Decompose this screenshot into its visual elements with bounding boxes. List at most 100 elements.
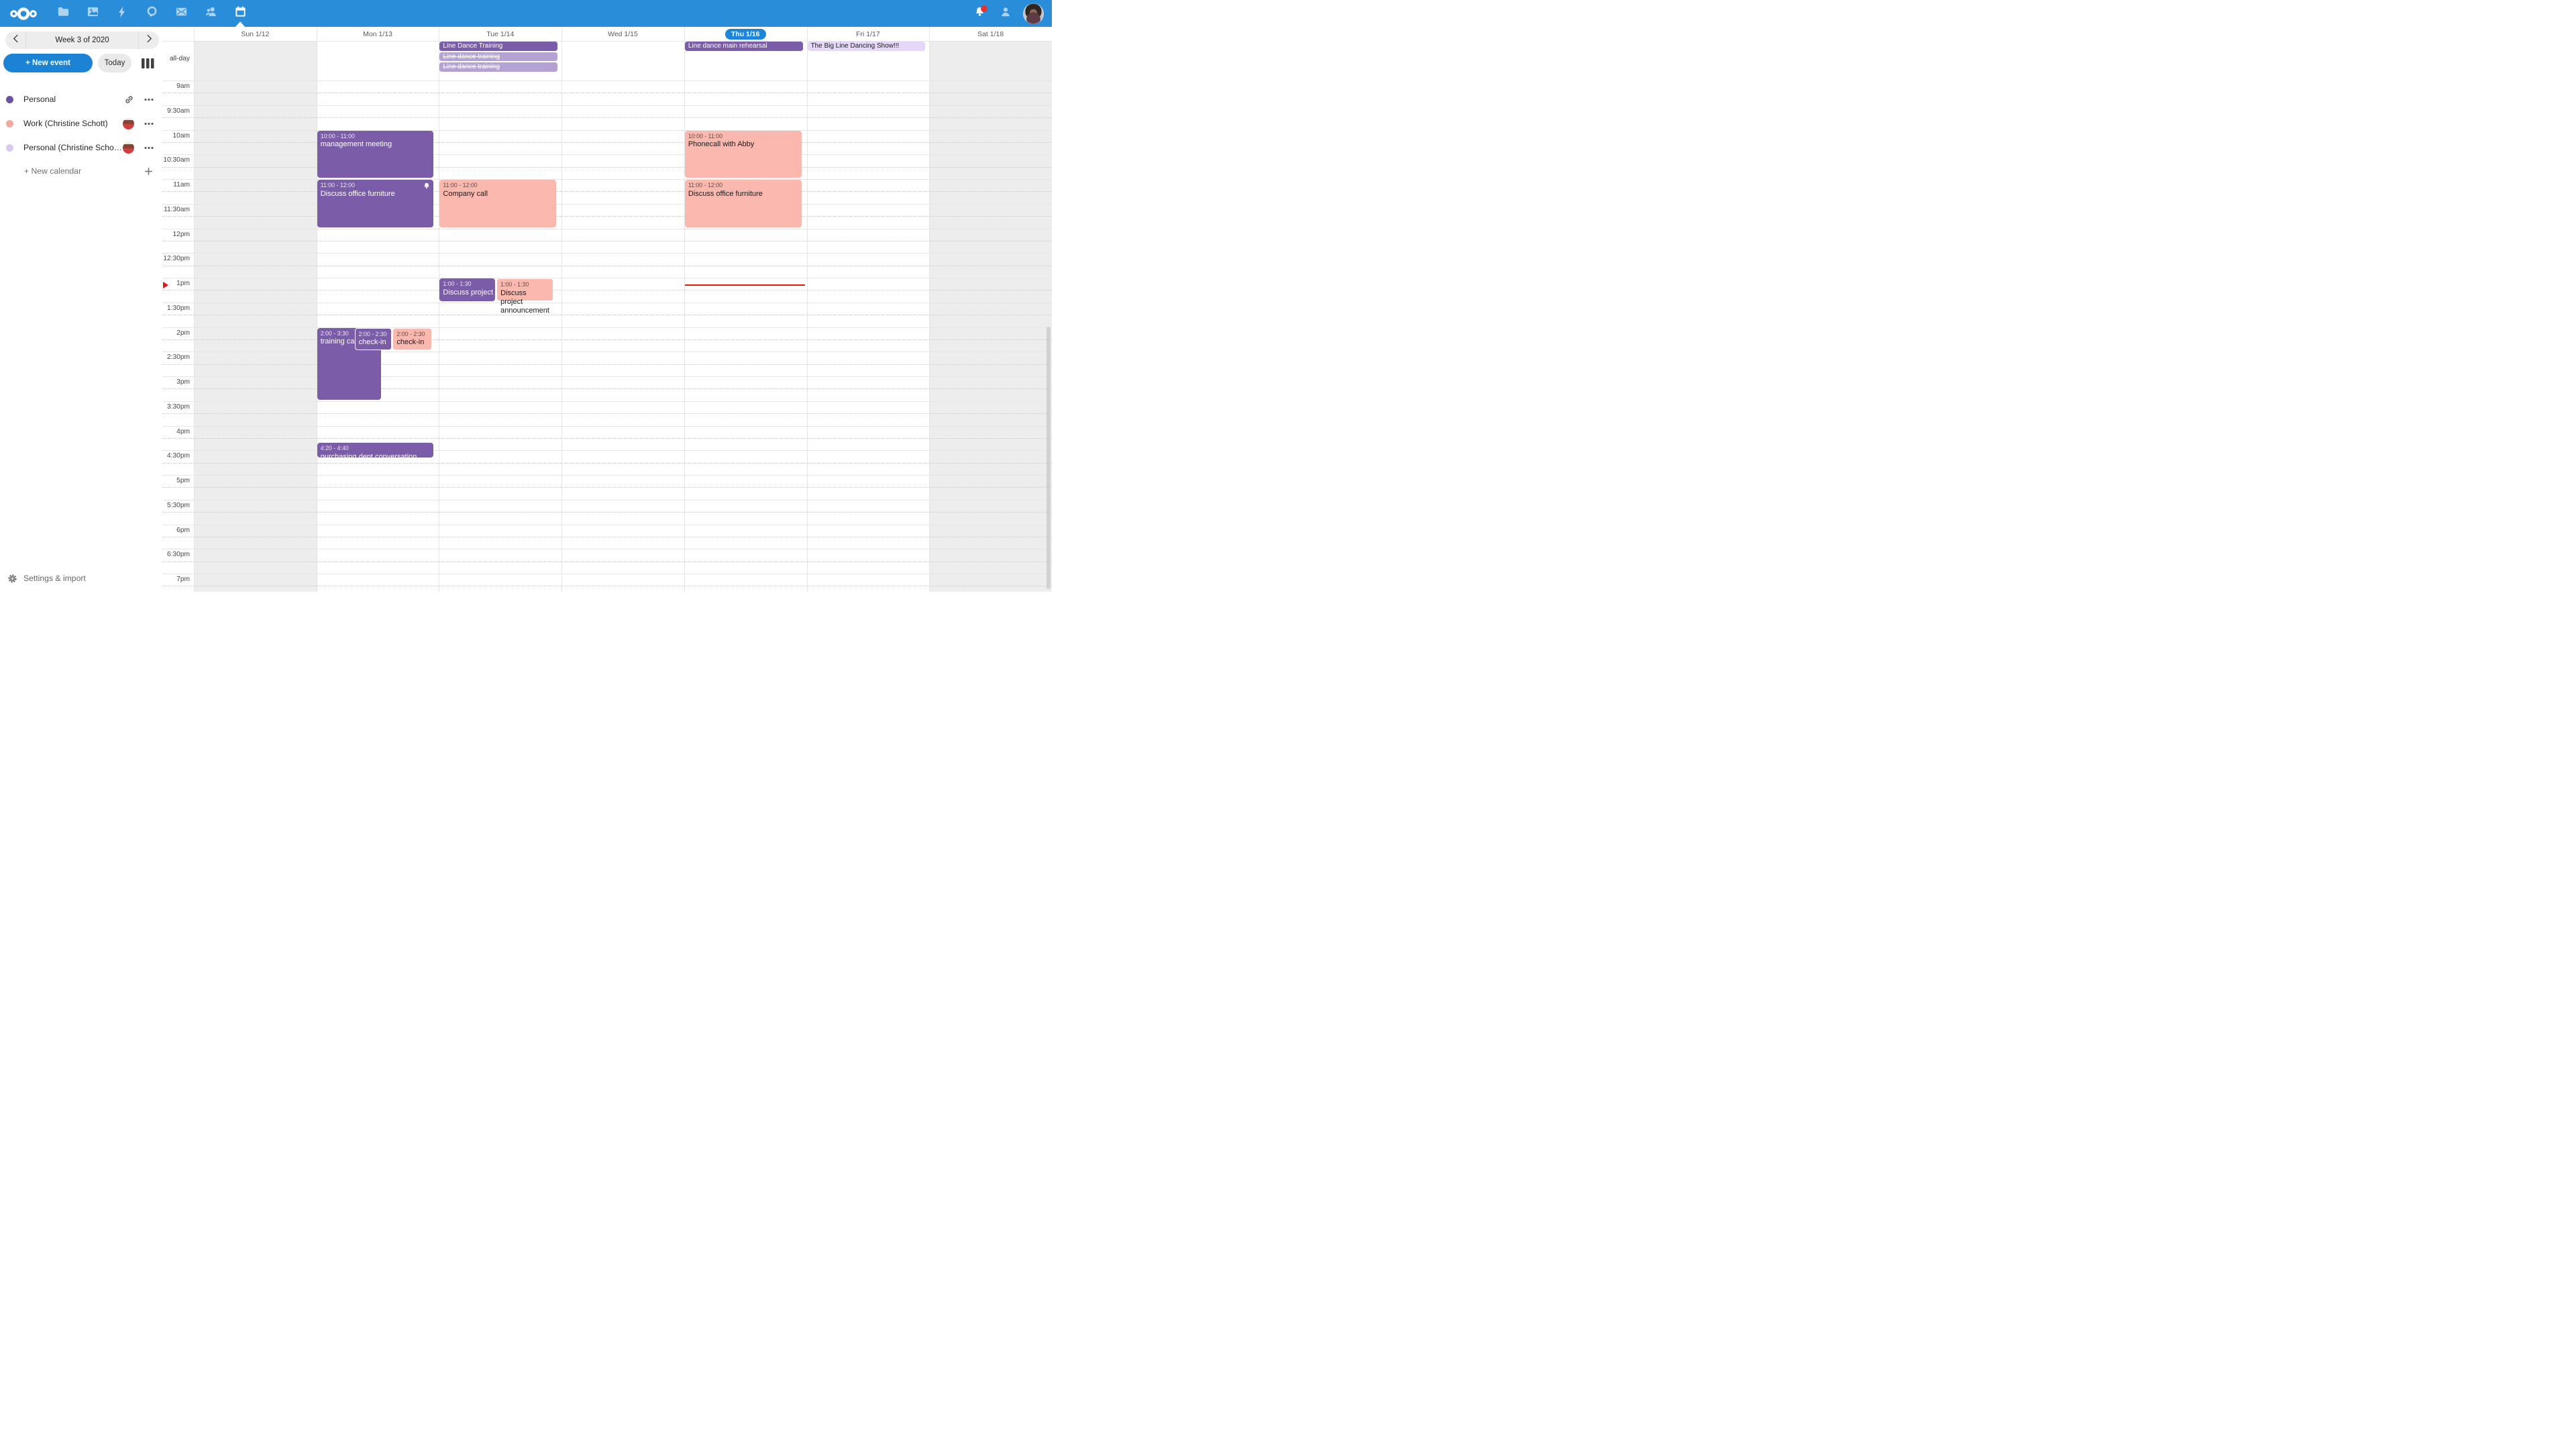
- new-event-button[interactable]: + New event: [3, 54, 93, 72]
- gridline-dotted: [162, 364, 1052, 365]
- event[interactable]: 1:00 - 1:30Discuss project announcement: [439, 278, 495, 301]
- sidebar-calendar-2[interactable]: Work (Christine Schott): [0, 111, 162, 136]
- event[interactable]: 10:00 - 11:00management meeting: [317, 131, 434, 178]
- gridline-solid: [162, 376, 1052, 377]
- app-activity-button[interactable]: [107, 0, 137, 27]
- gridline-solid: [162, 130, 1052, 131]
- unread-badge: [981, 5, 987, 12]
- app-mail-button[interactable]: [166, 0, 196, 27]
- event[interactable]: 4:20 - 4:40purchasing dept conversation: [317, 443, 434, 458]
- allday-event[interactable]: Line dance main rehearsal: [685, 42, 803, 51]
- calendar-name: Personal (Christine Scho…: [23, 143, 123, 152]
- allday-event[interactable]: Line dance training: [439, 62, 557, 72]
- calendar-actions: [123, 118, 154, 129]
- app-photos-button[interactable]: [78, 0, 107, 27]
- share-link-icon[interactable]: [124, 95, 134, 105]
- calendar-menu-button[interactable]: [144, 146, 154, 150]
- next-week-button[interactable]: [139, 32, 159, 49]
- gear-icon: [7, 574, 17, 584]
- gridline-dotted: [162, 438, 1052, 439]
- talk-icon: [146, 5, 158, 21]
- app-files-button[interactable]: [48, 0, 78, 27]
- calendar-name: Personal: [23, 95, 124, 104]
- day-header-label: Wed 1/15: [608, 30, 638, 38]
- current-time-arrow: [163, 282, 168, 288]
- event-time: 11:00 - 12:00: [443, 182, 553, 189]
- event[interactable]: 2:00 - 2:30check-in: [355, 328, 392, 351]
- gridline-dotted: [162, 463, 1052, 464]
- time-label: 9am: [162, 80, 190, 92]
- event-time: 2:00 - 2:30: [396, 331, 427, 338]
- all-day-label: all-day: [162, 55, 190, 62]
- event-title: purchasing dept conversation: [321, 453, 417, 461]
- event[interactable]: 10:00 - 11:00Phonecall with Abby: [685, 131, 802, 178]
- nextcloud-logo-icon[interactable]: [8, 6, 39, 21]
- time-label: 10am: [162, 130, 190, 142]
- app-talk-button[interactable]: [137, 0, 166, 27]
- gridline-solid: [162, 105, 1052, 106]
- event-time: 4:20 - 4:40: [321, 445, 431, 452]
- day-header-sun[interactable]: Sun 1/12: [194, 27, 317, 41]
- event-title: check-in: [359, 338, 386, 346]
- event-time: 1:00 - 1:30: [443, 280, 492, 288]
- folder-icon: [57, 5, 70, 21]
- time-label: 3:30pm: [162, 401, 190, 413]
- day-header-thu[interactable]: Thu 1/16: [684, 27, 807, 41]
- event[interactable]: 11:00 - 12:00Discuss office furniture: [317, 180, 434, 227]
- time-label: 11am: [162, 179, 190, 191]
- allday-event[interactable]: Line dance training: [439, 52, 557, 62]
- gridline-solid: [162, 450, 1052, 451]
- day-header-tue[interactable]: Tue 1/14: [439, 27, 561, 41]
- event-title: Discuss project announcement: [500, 289, 549, 315]
- event-time: 11:00 - 12:00: [688, 182, 798, 189]
- view-toggle-button[interactable]: [142, 58, 154, 72]
- contacts-menu-button[interactable]: [997, 5, 1014, 22]
- day-header-fri[interactable]: Fri 1/17: [807, 27, 930, 41]
- calendar-menu-button[interactable]: [144, 98, 154, 101]
- calendar-week-view: all-day Sun 1/12 Mon 1/13 Tue 1/14 Wed 1/15…: [162, 27, 1052, 592]
- owner-avatar: [123, 118, 134, 129]
- calendar-menu-button[interactable]: [144, 122, 154, 125]
- previous-week-button[interactable]: [5, 32, 25, 49]
- sidebar-calendar-1[interactable]: Personal: [0, 87, 162, 111]
- day-header-label: Sat 1/18: [977, 30, 1004, 38]
- sidebar-calendar-3[interactable]: Personal (Christine Scho…: [0, 136, 162, 160]
- today-button[interactable]: Today: [98, 54, 131, 72]
- calendar-name: Work (Christine Schott): [23, 119, 123, 128]
- new-calendar-label: + New calendar: [24, 166, 144, 176]
- day-header-wed[interactable]: Wed 1/15: [561, 27, 684, 41]
- gridline-dotted: [162, 512, 1052, 513]
- gridline-solid: [162, 475, 1052, 476]
- column-separator: [929, 27, 930, 592]
- day-header-label: Mon 1/13: [363, 30, 392, 38]
- time-label: 2:30pm: [162, 352, 190, 363]
- app-calendar-button[interactable]: [225, 0, 255, 27]
- allday-event[interactable]: The Big Line Dancing Show!!!: [808, 42, 926, 51]
- gridline-solid: [162, 154, 1052, 155]
- gridline-dotted: [162, 561, 1052, 562]
- vertical-scrollbar[interactable]: [1046, 327, 1051, 589]
- settings-import-button[interactable]: Settings & import: [7, 570, 86, 587]
- event-time: 2:00 - 2:30: [359, 331, 388, 338]
- new-calendar-button[interactable]: + New calendar: [0, 159, 162, 183]
- gridline-dotted: [162, 142, 1052, 143]
- event[interactable]: 2:00 - 2:30check-in: [392, 328, 431, 351]
- event[interactable]: 11:00 - 12:00Discuss office furniture: [685, 180, 802, 227]
- allday-event[interactable]: Line Dance Training: [439, 42, 557, 51]
- event[interactable]: 1:00 - 1:30Discuss project announcement: [496, 278, 553, 301]
- day-header-sat[interactable]: Sat 1/18: [929, 27, 1052, 41]
- plus-icon: [144, 167, 153, 176]
- day-header-mon[interactable]: Mon 1/13: [317, 27, 439, 41]
- column-separator: [561, 27, 562, 592]
- week-navigation: Week 3 of 2020: [5, 32, 159, 49]
- user-avatar[interactable]: [1023, 3, 1044, 24]
- gridline-dotted: [162, 117, 1052, 118]
- settings-import-label: Settings & import: [23, 574, 86, 583]
- gridline-dotted: [162, 388, 1052, 389]
- columns-icon: [142, 58, 154, 72]
- event[interactable]: 11:00 - 12:00Company call: [439, 180, 556, 227]
- app-contacts-button[interactable]: [196, 0, 225, 27]
- notifications-button[interactable]: [971, 5, 988, 22]
- day-header-label: Sun 1/12: [241, 30, 269, 38]
- gridline-dotted: [162, 216, 1052, 217]
